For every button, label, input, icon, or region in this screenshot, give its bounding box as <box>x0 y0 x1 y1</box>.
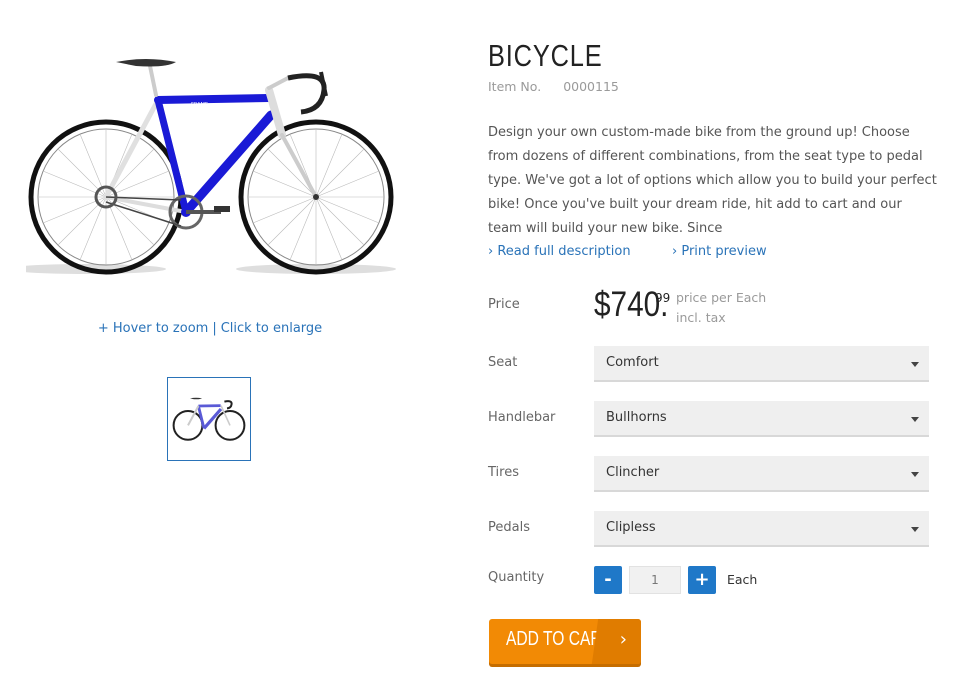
option-label-handlebar: Handlebar <box>488 410 556 425</box>
product-thumbnail[interactable] <box>167 377 251 461</box>
seat-select-value: Comfort <box>606 355 659 370</box>
price-per-unit: price per Each <box>676 290 767 305</box>
item-number: Item No. 0000115 <box>488 79 619 94</box>
quantity-increase-button[interactable]: + <box>688 566 716 594</box>
product-title: BICYCLE <box>488 38 603 73</box>
price-note: price per Each incl. tax <box>676 288 766 328</box>
chevron-right-icon: › <box>619 629 627 650</box>
option-label-seat: Seat <box>488 355 518 370</box>
print-preview-link[interactable]: › Print preview <box>672 244 767 259</box>
quantity-unit: Each <box>727 572 758 587</box>
item-number-value: 0000115 <box>563 79 619 94</box>
chevron-down-icon <box>911 527 919 532</box>
image-hint: + Hover to zoom | Click to enlarge <box>0 321 420 336</box>
option-label-pedals: Pedals <box>488 520 530 535</box>
click-to-enlarge-link[interactable]: Click to enlarge <box>221 321 322 336</box>
hint-separator: | <box>212 321 217 336</box>
price-label: Price <box>488 297 520 312</box>
handlebar-select-value: Bullhorns <box>606 410 667 425</box>
tires-select-value: Clincher <box>606 465 660 480</box>
bicycle-thumbnail-image <box>172 397 246 441</box>
handlebar-select[interactable]: Bullhorns <box>594 401 929 437</box>
price-amount: $740. <box>594 285 669 324</box>
add-to-cart-button[interactable]: ADD TO CART › <box>489 619 641 664</box>
chevron-down-icon <box>911 472 919 477</box>
product-main-image[interactable]: FRAME <box>26 40 396 290</box>
hover-to-zoom-link[interactable]: + Hover to zoom <box>98 321 209 336</box>
item-number-label: Item No. <box>488 79 542 94</box>
svg-text:FRAME: FRAME <box>191 102 208 108</box>
quantity-label: Quantity <box>488 570 545 585</box>
product-description: Design your own custom-made bike from th… <box>488 125 937 236</box>
chevron-down-icon <box>911 417 919 422</box>
chevron-down-icon <box>911 362 919 367</box>
quantity-decrease-button[interactable]: - <box>594 566 622 594</box>
quantity-input[interactable]: 1 <box>629 566 681 594</box>
seat-select[interactable]: Comfort <box>594 346 929 382</box>
price-display: $740. 99 <box>594 285 670 325</box>
tires-select[interactable]: Clincher <box>594 456 929 492</box>
option-label-tires: Tires <box>488 465 519 480</box>
tax-note: incl. tax <box>676 310 726 325</box>
read-full-description-link[interactable]: › Read full description <box>488 244 631 259</box>
description-links: › Read full description › Print preview <box>488 244 767 259</box>
pedals-select[interactable]: Clipless <box>594 511 929 547</box>
pedals-select-value: Clipless <box>606 520 656 535</box>
bicycle-image: FRAME <box>26 59 396 275</box>
